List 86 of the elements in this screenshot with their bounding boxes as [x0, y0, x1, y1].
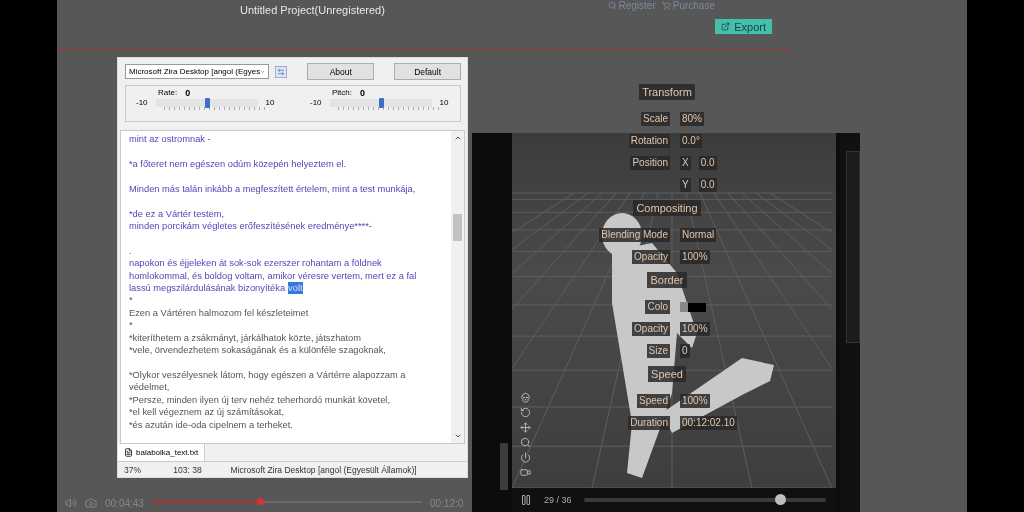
scroll-thumb[interactable]: [500, 443, 508, 490]
property-label: Rotation: [628, 134, 670, 148]
property-value: 0.0°: [680, 134, 702, 148]
file-tab[interactable]: balabolka_text.txt: [118, 444, 206, 462]
export-button[interactable]: Export: [715, 19, 772, 34]
swap-button[interactable]: [275, 65, 288, 78]
slider-thumb[interactable]: [378, 97, 384, 108]
video-camera-icon[interactable]: [520, 467, 531, 478]
text-line: védelmet,: [129, 381, 171, 394]
status-text: 37%: [123, 464, 142, 475]
slider-label: Rate:: [158, 88, 178, 98]
section-heading: Transform: [639, 84, 695, 100]
property-label: Position: [630, 156, 670, 170]
slider-min: -10: [310, 98, 322, 107]
property-label: Opacity: [632, 322, 670, 336]
text-line: *el kell végeznem az új számításokat,: [129, 406, 286, 419]
property-value: 0: [680, 344, 690, 358]
axis-label: Y: [680, 178, 691, 192]
slider-max: 10: [439, 98, 449, 107]
text-line: Ezen a Vártéren halmozom fel készleteimet: [129, 306, 310, 320]
search-icon[interactable]: [520, 437, 531, 448]
property-value: Normal: [680, 228, 717, 242]
move-icon[interactable]: [520, 422, 531, 433]
scroll-thumb[interactable]: [453, 213, 462, 241]
section-heading: Speed: [648, 366, 686, 382]
text-line: mint az ostromnak -: [129, 133, 212, 146]
section-heading: Compositing: [633, 200, 701, 216]
playback-thumb[interactable]: [774, 494, 786, 505]
progress-handle[interactable]: [256, 498, 264, 505]
window-button[interactable]: About: [307, 63, 375, 80]
text-line: homlokommal, és boldog voltam, amikor véresre vertem, mert ez a fal: [129, 269, 418, 283]
slider-thumb[interactable]: [204, 97, 210, 108]
text-line: *Olykor veszélyesnek látom, hogy egészen a Vártérre alapozzam a: [129, 368, 407, 382]
text-editor[interactable]: [120, 130, 465, 445]
selected-word: volt: [288, 282, 303, 295]
text-line: napokon és éjjeleken át sok-sok ezerszer rohantam a földnek: [129, 257, 383, 270]
export-icon: [721, 22, 731, 31]
property-value: 00:12:02.10: [680, 416, 737, 430]
status-text: Microsoft Zira Desktop [angol (Egyesült Államok)]: [229, 464, 418, 475]
window-title: Untitled Project(Unregistered): [240, 4, 385, 16]
section-heading: Border: [647, 272, 687, 288]
text-line: minden porcikám végletes erőfeszítésének eredménye****-: [129, 220, 373, 233]
slider-track[interactable]: [155, 98, 258, 107]
slider-min: -10: [136, 98, 148, 107]
property-label: Opacity: [632, 250, 670, 264]
cart-icon: [661, 1, 671, 10]
property-value: 100%: [680, 322, 710, 336]
skull-icon[interactable]: [520, 392, 531, 403]
text-line: *de ez a Vártér testem,: [129, 207, 226, 221]
slider-value: 0: [185, 88, 191, 98]
slider-max: 10: [265, 98, 275, 107]
pause-icon[interactable]: [520, 494, 532, 506]
property-label: Scale: [641, 112, 670, 126]
text-line: lassú megszilárdulásának bizonyítéka: [129, 282, 286, 295]
text-line: *a főteret nem egészen odúm közepén helyeztem el.: [129, 158, 348, 171]
status-text: 103: 38: [172, 464, 203, 475]
text-line: .: [129, 244, 133, 258]
property-value: 100%: [680, 250, 710, 264]
text-line: Minden más talán inkább a megfeszített értelem, mint a test munkája,: [129, 182, 417, 196]
file-icon: [124, 448, 133, 458]
text-line: *Persze, minden ilyen új terv nehéz teherhordó munkát követel,: [129, 393, 391, 407]
property-label: Duration: [628, 416, 670, 430]
scrollbar[interactable]: [451, 131, 464, 444]
text-line: *vele, örvendezhetem sokaságának és a különféle szagoknak,: [129, 344, 387, 357]
property-label: Size: [646, 344, 670, 358]
slider-label: Pitch:: [332, 88, 352, 98]
arrows-icon: [277, 67, 286, 76]
property-value: 100%: [680, 394, 710, 408]
window-button[interactable]: Default: [394, 63, 461, 80]
voice-dropdown[interactable]: Microsoft Zira Desktop [angol (Egyes: [125, 64, 269, 79]
color-swatch[interactable]: [680, 302, 706, 312]
property-label: Colo: [645, 300, 670, 314]
slider-value: 0: [360, 88, 366, 98]
text-line: *: [129, 294, 134, 307]
property-value: 80%: [680, 112, 704, 126]
rotate-icon[interactable]: [520, 407, 531, 418]
property-label: Blending Mode: [599, 228, 670, 242]
power-icon[interactable]: [520, 452, 531, 463]
frame-counter: 29 / 36: [544, 495, 572, 505]
slider-track[interactable]: [329, 98, 432, 107]
text-line: *és azután ide-oda cipelnem a terheket.: [129, 418, 294, 431]
axis-label: X: [680, 156, 691, 170]
text-line: *: [129, 319, 134, 332]
text-line: *kiteríthetem a zsákmányt, járkálhatok közte, játszhatom: [129, 331, 362, 345]
search-icon: [607, 1, 617, 10]
property-label: Speed: [637, 394, 670, 408]
